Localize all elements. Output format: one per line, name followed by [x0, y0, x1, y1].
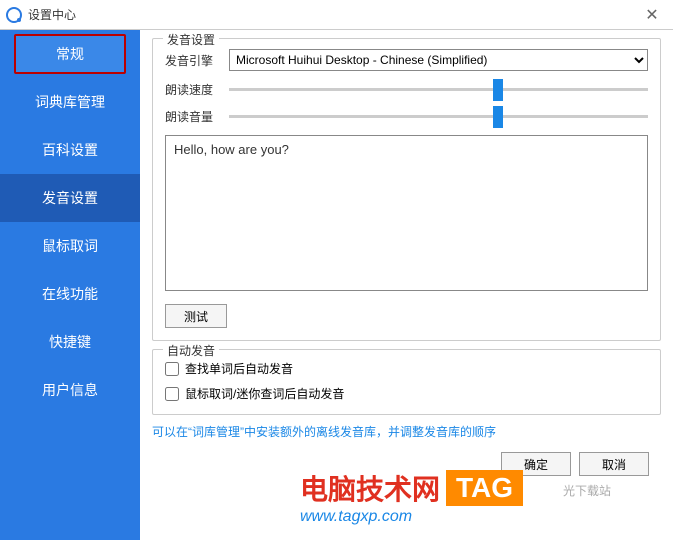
- ok-button[interactable]: 确定: [501, 452, 571, 476]
- close-icon[interactable]: ✕: [637, 5, 667, 25]
- engine-label: 发音引擎: [165, 52, 221, 69]
- sidebar-item-encyclopedia[interactable]: 百科设置: [0, 126, 140, 174]
- sidebar-item-general[interactable]: 常规: [14, 34, 126, 74]
- speed-label: 朗读速度: [165, 81, 221, 98]
- sidebar-item-user[interactable]: 用户信息: [0, 366, 140, 414]
- speed-thumb[interactable]: [493, 79, 503, 101]
- cb-mouse[interactable]: [165, 387, 179, 401]
- cb-mouse-row[interactable]: 鼠标取词/迷你查词后自动发音: [165, 385, 648, 402]
- cancel-button[interactable]: 取消: [579, 452, 649, 476]
- speed-slider[interactable]: [229, 88, 648, 91]
- sidebar-item-voice[interactable]: 发音设置: [0, 174, 140, 222]
- hint-text: 可以在“词库管理”中安装额外的离线发音库，并调整发音库的顺序: [152, 423, 661, 440]
- test-button[interactable]: 测试: [165, 304, 227, 328]
- bottom-bar: 确定 取消: [152, 448, 661, 480]
- titlebar: 设置中心 ✕: [0, 0, 673, 30]
- cb-search-label: 查找单词后自动发音: [185, 360, 293, 377]
- row-speed: 朗读速度: [165, 81, 648, 98]
- sample-textarea[interactable]: [165, 135, 648, 291]
- sidebar-item-online[interactable]: 在线功能: [0, 270, 140, 318]
- row-engine: 发音引擎 Microsoft Huihui Desktop - Chinese …: [165, 49, 648, 71]
- sidebar: 常规 词典库管理 百科设置 发音设置 鼠标取词 在线功能 快捷键 用户信息: [0, 30, 140, 540]
- cb-search-row[interactable]: 查找单词后自动发音: [165, 360, 648, 377]
- window-title: 设置中心: [28, 6, 76, 23]
- content: 发音设置 发音引擎 Microsoft Huihui Desktop - Chi…: [140, 30, 673, 540]
- engine-select[interactable]: Microsoft Huihui Desktop - Chinese (Simp…: [229, 49, 648, 71]
- group-auto-voice: 自动发音 查找单词后自动发音 鼠标取词/迷你查词后自动发音: [152, 349, 661, 415]
- group-auto-legend: 自动发音: [163, 342, 219, 359]
- volume-thumb[interactable]: [493, 106, 503, 128]
- volume-slider[interactable]: [229, 115, 648, 118]
- app-icon: [6, 7, 22, 23]
- volume-label: 朗读音量: [165, 108, 221, 125]
- sidebar-item-dictlib[interactable]: 词典库管理: [0, 78, 140, 126]
- group-voice-settings: 发音设置 发音引擎 Microsoft Huihui Desktop - Chi…: [152, 38, 661, 341]
- group-voice-legend: 发音设置: [163, 31, 219, 48]
- main: 常规 词典库管理 百科设置 发音设置 鼠标取词 在线功能 快捷键 用户信息 发音…: [0, 30, 673, 540]
- cb-search[interactable]: [165, 362, 179, 376]
- sidebar-item-mouse[interactable]: 鼠标取词: [0, 222, 140, 270]
- row-volume: 朗读音量: [165, 108, 648, 125]
- cb-mouse-label: 鼠标取词/迷你查词后自动发音: [185, 385, 344, 402]
- sidebar-item-hotkey[interactable]: 快捷键: [0, 318, 140, 366]
